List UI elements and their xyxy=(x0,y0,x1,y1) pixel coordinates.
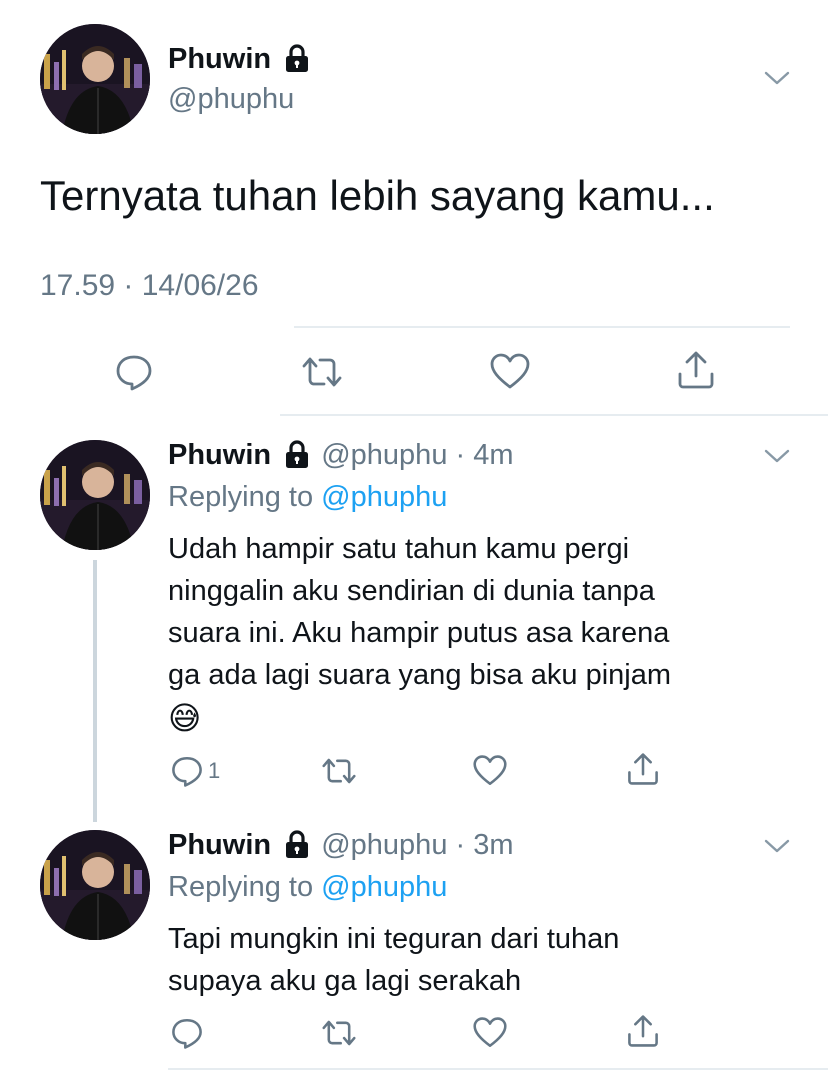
heart-icon xyxy=(490,353,530,389)
share-button[interactable] xyxy=(676,350,716,390)
thread-line xyxy=(93,560,97,822)
text-line: supaya aku ga lagi serakah xyxy=(168,965,522,997)
divider xyxy=(168,1068,828,1070)
reply-header: Phuwin @phuphu · 3m xyxy=(168,828,514,862)
retweet-icon xyxy=(322,758,356,784)
reply-icon xyxy=(172,756,202,787)
reply-text: Tapi mungkin ini teguran dari tuhan supa… xyxy=(168,918,619,1002)
share-icon xyxy=(628,1015,658,1047)
reply-header: Phuwin @phuphu · 4m xyxy=(168,438,514,472)
reply-icon xyxy=(116,355,152,391)
author-name[interactable]: Phuwin xyxy=(168,829,271,861)
share-icon xyxy=(628,753,658,785)
lock-icon xyxy=(286,44,309,73)
chevron-down-icon[interactable] xyxy=(764,838,790,854)
author-name[interactable]: Phuwin xyxy=(168,42,311,76)
like-button[interactable] xyxy=(472,754,508,788)
share-button[interactable] xyxy=(626,752,660,786)
sweat-smile-emoji: 😅 xyxy=(168,700,202,736)
text-line: ga ada lagi suara yang bisa aku pinjam xyxy=(168,659,671,691)
avatar[interactable] xyxy=(40,440,150,550)
divider xyxy=(280,414,828,416)
avatar[interactable] xyxy=(40,24,150,134)
tweet-timestamp[interactable]: 17.59 · 14/06/26 xyxy=(40,268,259,304)
lock-icon xyxy=(286,830,309,859)
replying-to: Replying to @phuphu xyxy=(168,871,448,903)
retweet-button[interactable] xyxy=(320,754,358,788)
heart-icon xyxy=(473,755,507,786)
share-button[interactable] xyxy=(626,1014,660,1048)
author-handle[interactable]: @phuphu xyxy=(168,82,294,116)
chevron-down-icon[interactable] xyxy=(764,448,790,464)
avatar[interactable] xyxy=(40,830,150,940)
reply-text: Udah hampir satu tahun kamu pergi ningga… xyxy=(168,528,671,740)
reply-icon xyxy=(172,1018,202,1049)
reply-time: · 4m xyxy=(455,439,514,471)
like-button[interactable] xyxy=(489,352,531,392)
reply-button[interactable] xyxy=(114,352,154,392)
replying-to-link[interactable]: @phuphu xyxy=(321,871,447,903)
author-handle[interactable]: @phuphu xyxy=(321,829,447,861)
author-name[interactable]: Phuwin xyxy=(168,439,271,471)
retweet-button[interactable] xyxy=(320,1016,358,1050)
tweet-text: Ternyata tuhan lebih sayang kamu... xyxy=(40,172,715,219)
reply-time: · 3m xyxy=(455,829,514,861)
retweet-button[interactable] xyxy=(300,352,344,392)
replying-to: Replying to @phuphu xyxy=(168,481,448,513)
heart-icon xyxy=(473,1017,507,1048)
reply-button[interactable] xyxy=(170,1016,204,1050)
text-line: Tapi mungkin ini teguran dari tuhan xyxy=(168,923,620,955)
retweet-icon xyxy=(322,1020,356,1046)
retweet-icon xyxy=(302,357,342,387)
text-line: Udah hampir satu tahun kamu pergi xyxy=(168,533,630,565)
divider xyxy=(294,326,790,328)
text-line: suara ini. Aku hampir putus asa karena xyxy=(168,617,670,649)
share-icon xyxy=(678,351,714,389)
like-button[interactable] xyxy=(472,1016,508,1050)
text-line: ninggalin aku sendirian di dunia tanpa xyxy=(168,575,655,607)
reply-count: 1 xyxy=(208,758,221,783)
lock-icon xyxy=(286,440,309,469)
chevron-down-icon[interactable] xyxy=(764,70,790,86)
replying-to-link[interactable]: @phuphu xyxy=(321,481,447,513)
reply-button[interactable]: 1 xyxy=(170,754,220,788)
author-handle[interactable]: @phuphu xyxy=(321,439,447,471)
